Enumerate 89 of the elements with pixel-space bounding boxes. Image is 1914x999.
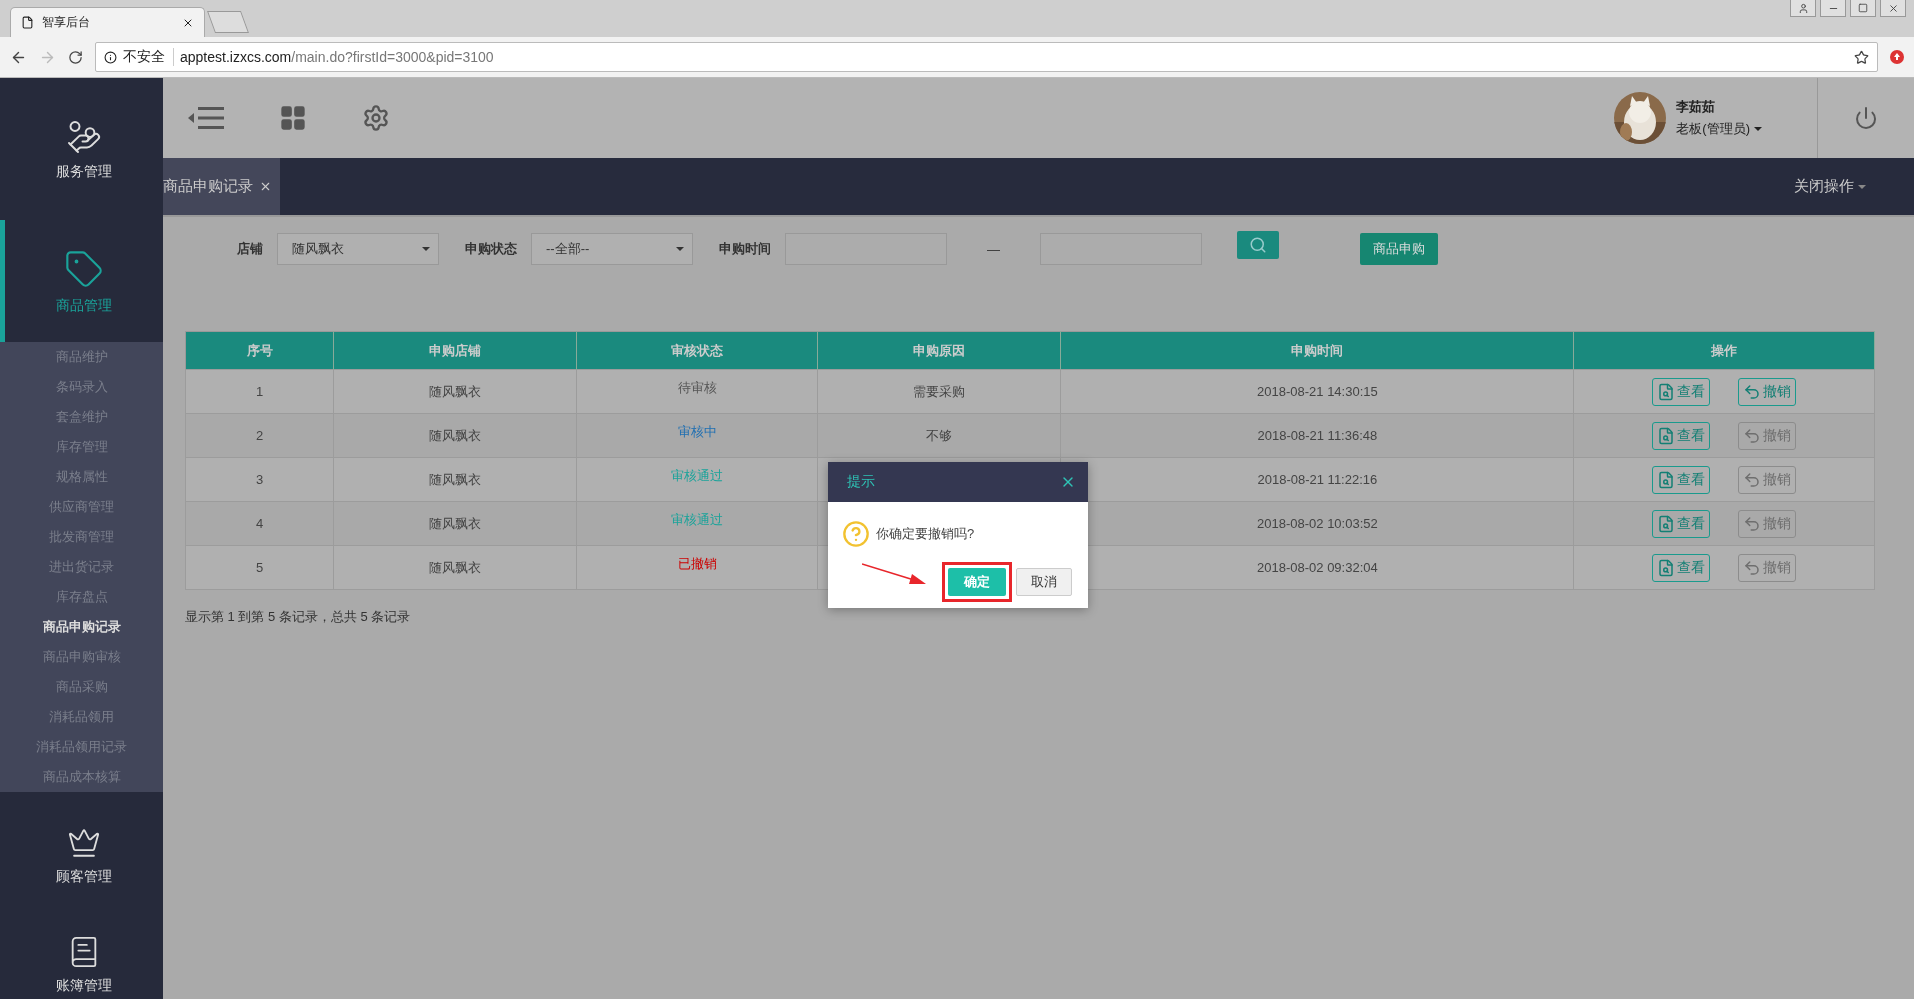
close-menu-dropdown[interactable]: 关闭操作 xyxy=(1794,177,1866,196)
table-cell: 5 xyxy=(185,545,334,590)
table-cell: 2 xyxy=(185,413,334,458)
undo-icon xyxy=(1743,426,1762,445)
caret-icon xyxy=(422,247,430,251)
document-search-icon xyxy=(1657,558,1676,577)
address-field[interactable]: 不安全 apptest.izxcs.com/main.do?firstId=3000&pid=3100 xyxy=(95,42,1878,72)
table-cell: 随风飘衣 xyxy=(333,501,577,546)
column-header: 申购原因 xyxy=(817,331,1061,370)
column-header: 序号 xyxy=(185,331,334,370)
record-summary: 显示第 1 到第 5 条记录，总共 5 条记录 xyxy=(185,608,412,626)
column-header: 申购店铺 xyxy=(333,331,577,370)
extension-icon[interactable] xyxy=(1890,50,1904,64)
status-text: 已撤销 xyxy=(677,555,717,571)
star-icon[interactable] xyxy=(1854,49,1869,65)
range-separator: — xyxy=(987,241,1000,257)
revoke-button[interactable]: 撤销 xyxy=(1738,377,1797,406)
caret-icon xyxy=(1858,184,1866,189)
sidebar-section[interactable]: 顾客管理 xyxy=(0,792,163,917)
hand-icon xyxy=(66,119,102,155)
tag-icon xyxy=(64,249,104,289)
reload-icon[interactable] xyxy=(68,49,83,65)
status-text: 审核中 xyxy=(677,423,717,439)
maximize-icon xyxy=(1858,3,1868,13)
undo-icon xyxy=(1743,558,1762,577)
caret-icon xyxy=(676,247,684,251)
page-tab[interactable]: 商品申购记录 xyxy=(163,158,280,215)
status-select[interactable]: --全部-- xyxy=(531,233,693,265)
maximize-button[interactable] xyxy=(1850,0,1876,17)
page-icon xyxy=(21,16,34,29)
table-cell: 不够 xyxy=(817,413,1061,458)
sidebar-item[interactable]: 商品申购记录 xyxy=(0,612,163,642)
document-search-icon xyxy=(1657,470,1676,489)
search-button[interactable] xyxy=(1237,231,1279,259)
time-label: 申购时间 xyxy=(719,240,771,258)
user-role-dropdown[interactable]: 老板(管理员) xyxy=(1676,120,1762,138)
view-button[interactable]: 查看 xyxy=(1652,465,1711,494)
view-button[interactable]: 查看 xyxy=(1652,509,1711,538)
table-cell: 随风飘衣 xyxy=(333,413,577,458)
info-icon[interactable] xyxy=(104,50,117,64)
view-button[interactable]: 查看 xyxy=(1652,553,1711,582)
table-cell: 2018-08-21 11:36:48 xyxy=(1060,413,1574,458)
table-cell: 随风飘衣 xyxy=(333,369,577,414)
sidebar-section[interactable]: 服务管理 xyxy=(0,78,163,220)
column-header: 操作 xyxy=(1573,331,1875,370)
table-cell: 4 xyxy=(185,501,334,546)
document-search-icon xyxy=(1657,382,1676,401)
search-icon xyxy=(1249,236,1267,254)
confirm-button[interactable]: 确定 xyxy=(948,568,1006,596)
document-search-icon xyxy=(1657,426,1676,445)
undo-icon xyxy=(1743,470,1762,489)
status-text: 待审核 xyxy=(677,379,717,395)
grid-icon[interactable] xyxy=(279,104,307,132)
menu-collapse-icon[interactable] xyxy=(188,105,224,131)
question-icon xyxy=(842,520,870,548)
view-button[interactable]: 查看 xyxy=(1652,421,1711,450)
profile-button[interactable] xyxy=(1790,0,1816,17)
status-text: 审核通过 xyxy=(671,467,724,483)
close-icon xyxy=(1887,2,1899,14)
column-header: 申购时间 xyxy=(1060,331,1574,370)
new-tab-button[interactable] xyxy=(207,11,249,33)
table-cell: 需要采购 xyxy=(817,369,1061,414)
user-name: 李茹茹 xyxy=(1676,98,1717,116)
minimize-button[interactable] xyxy=(1820,0,1846,17)
undo-icon xyxy=(1743,514,1762,533)
status-text: 审核通过 xyxy=(671,511,724,527)
caret-icon xyxy=(1754,127,1762,131)
settings-icon[interactable] xyxy=(362,104,390,132)
sidebar-section[interactable]: 账簿管理 xyxy=(0,917,163,999)
table-cell: 2018-08-21 14:30:15 xyxy=(1060,369,1574,414)
store-select[interactable]: 随风飘衣 xyxy=(277,233,439,265)
power-icon[interactable] xyxy=(1854,106,1878,130)
column-header: 审核状态 xyxy=(576,331,818,370)
apply-button[interactable]: 商品申购 xyxy=(1360,233,1438,265)
store-label: 店铺 xyxy=(237,240,263,258)
dialog-title: 提示 xyxy=(847,473,875,491)
dialog-message: 你确定要撤销吗? xyxy=(876,525,975,543)
document-search-icon xyxy=(1657,514,1676,533)
status-label: 申购状态 xyxy=(465,240,517,258)
window-close-button[interactable] xyxy=(1880,0,1906,17)
table-cell: 随风飘衣 xyxy=(333,545,577,590)
undo-icon xyxy=(1743,382,1762,401)
table-cell: 3 xyxy=(185,457,334,502)
user-icon xyxy=(1797,2,1809,14)
table-cell: 1 xyxy=(185,369,334,414)
cancel-button[interactable]: 取消 xyxy=(1016,568,1072,596)
table-cell: 随风飘衣 xyxy=(333,457,577,502)
view-button[interactable]: 查看 xyxy=(1652,377,1711,406)
browser-tab[interactable]: 智享后台 xyxy=(10,7,205,37)
